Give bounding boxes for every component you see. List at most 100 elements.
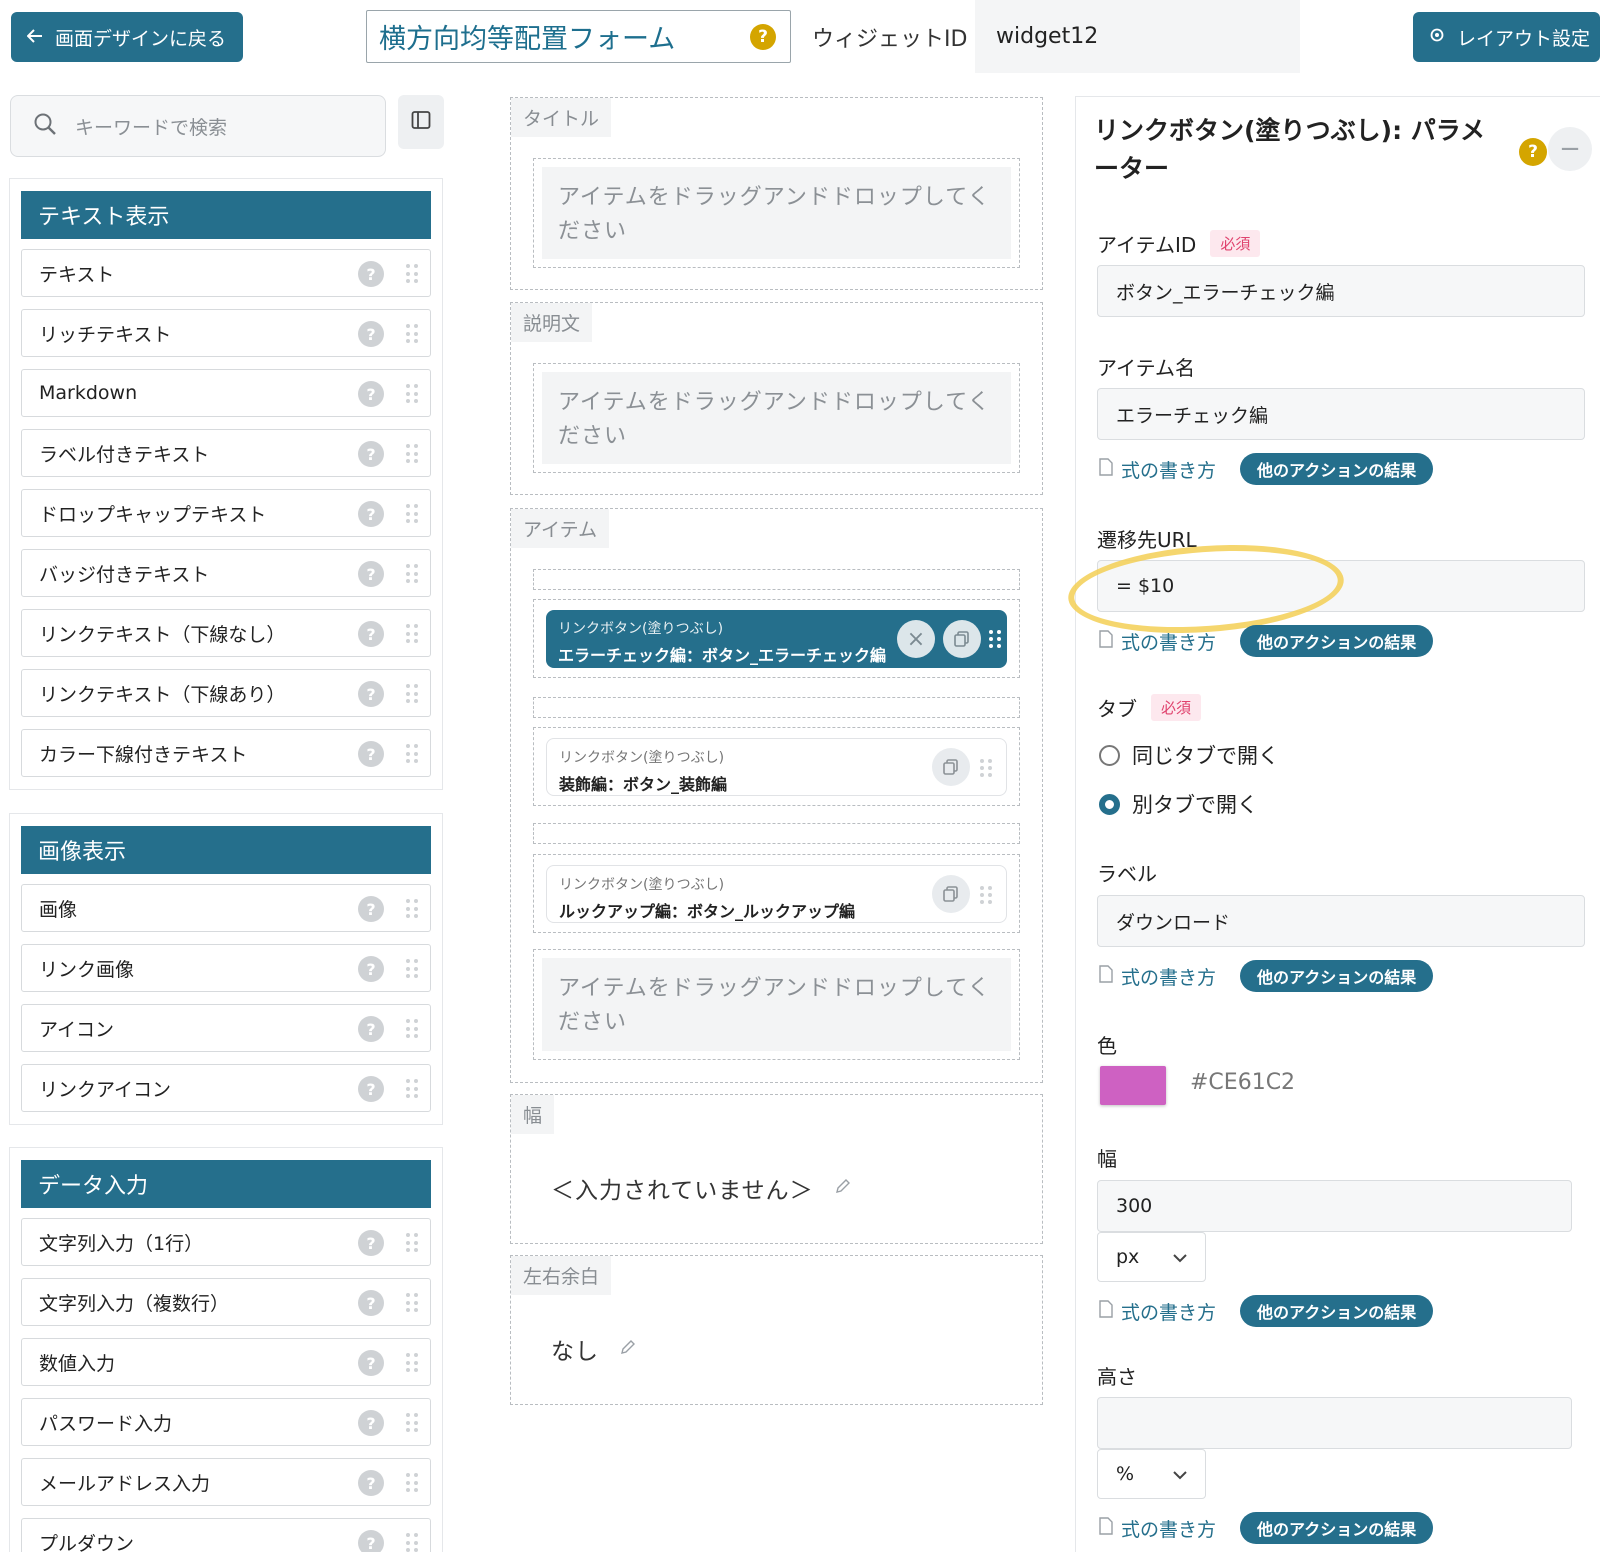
- drag-handle-icon[interactable]: [406, 684, 418, 704]
- formula-help-link[interactable]: 式の書き方: [1099, 456, 1216, 483]
- width-unit-select[interactable]: px: [1097, 1232, 1206, 1282]
- radio-same-tab[interactable]: 同じタブで開く: [1099, 740, 1279, 770]
- help-icon[interactable]: ?: [750, 24, 776, 50]
- drag-handle-icon[interactable]: [406, 899, 418, 919]
- drag-handle-icon[interactable]: [406, 1413, 418, 1433]
- item-card-normal[interactable]: リンクボタン(塗りつぶし) 装飾編：ボタン_装飾編: [546, 738, 1007, 796]
- component-item[interactable]: ドロップキャップテキスト?: [21, 489, 431, 537]
- component-search-input[interactable]: キーワードで検索: [10, 95, 386, 157]
- component-item[interactable]: アイコン?: [21, 1004, 431, 1052]
- component-item[interactable]: 文字列入力（1行）?: [21, 1218, 431, 1266]
- drag-handle-icon[interactable]: [406, 1353, 418, 1373]
- component-item[interactable]: テキスト?: [21, 249, 431, 297]
- color-swatch[interactable]: [1100, 1066, 1166, 1105]
- widget-id-value[interactable]: widget12: [975, 0, 1300, 73]
- component-item[interactable]: リンクアイコン?: [21, 1064, 431, 1112]
- help-icon[interactable]: ?: [358, 1410, 384, 1436]
- help-icon[interactable]: ?: [358, 621, 384, 647]
- help-icon[interactable]: ?: [358, 1016, 384, 1042]
- pencil-icon[interactable]: [834, 1175, 852, 1201]
- item-card-normal[interactable]: リンクボタン(塗りつぶし) ルックアップ編：ボタン_ルックアップ編: [546, 865, 1007, 923]
- drag-handle-icon[interactable]: [406, 564, 418, 584]
- help-icon[interactable]: ?: [358, 1530, 384, 1552]
- item-drop-slot[interactable]: [533, 823, 1020, 844]
- help-icon[interactable]: ?: [358, 956, 384, 982]
- button-label-input[interactable]: ダウンロード: [1097, 895, 1585, 947]
- drag-handle-icon[interactable]: [406, 444, 418, 464]
- width-value[interactable]: ＜入力されていません＞: [551, 1171, 852, 1205]
- help-icon[interactable]: ?: [358, 321, 384, 347]
- help-icon[interactable]: ?: [358, 441, 384, 467]
- drag-handle-icon[interactable]: [406, 264, 418, 284]
- help-icon[interactable]: ?: [358, 501, 384, 527]
- help-icon[interactable]: ?: [358, 896, 384, 922]
- formula-help-link[interactable]: 式の書き方: [1099, 1515, 1216, 1542]
- help-icon[interactable]: ?: [358, 1350, 384, 1376]
- drag-handle-icon[interactable]: [406, 624, 418, 644]
- height-unit-select[interactable]: %: [1097, 1449, 1206, 1499]
- help-icon[interactable]: ?: [358, 561, 384, 587]
- sidebar-toggle-button[interactable]: [398, 95, 444, 149]
- radio-circle-selected[interactable]: [1099, 793, 1120, 815]
- item-card[interactable]: リンクボタン(塗りつぶし) 装飾編：ボタン_装飾編: [533, 727, 1020, 806]
- copy-item-icon[interactable]: [932, 875, 970, 913]
- component-item[interactable]: 文字列入力（複数行）?: [21, 1278, 431, 1326]
- item-drop-slot[interactable]: [533, 697, 1020, 718]
- help-icon[interactable]: ?: [358, 741, 384, 767]
- margin-value[interactable]: なし: [551, 1332, 637, 1366]
- drag-handle-icon[interactable]: [406, 324, 418, 344]
- component-item[interactable]: リッチテキスト?: [21, 309, 431, 357]
- height-input[interactable]: [1097, 1397, 1572, 1449]
- drag-handle-icon[interactable]: [980, 886, 992, 904]
- radio-new-tab[interactable]: 別タブで開く: [1099, 789, 1258, 819]
- item-name-input[interactable]: エラーチェック編: [1097, 388, 1585, 440]
- drag-handle-icon[interactable]: [406, 744, 418, 764]
- component-group-header[interactable]: 画像表示: [21, 826, 431, 874]
- drag-handle-icon[interactable]: [406, 504, 418, 524]
- help-icon[interactable]: ?: [358, 1470, 384, 1496]
- item-card[interactable]: リンクボタン(塗りつぶし) ルックアップ編：ボタン_ルックアップ編: [533, 854, 1020, 933]
- help-icon[interactable]: ?: [358, 261, 384, 287]
- item-card[interactable]: リンクボタン(塗りつぶし) エラーチェック編：ボタン_エラーチェック編 ×: [533, 599, 1020, 678]
- component-item[interactable]: ラベル付きテキスト?: [21, 429, 431, 477]
- component-group-header[interactable]: テキスト表示: [21, 191, 431, 239]
- back-to-screen-design-button[interactable]: 画面デザインに戻る: [11, 12, 243, 62]
- component-item[interactable]: プルダウン?: [21, 1518, 431, 1552]
- radio-circle[interactable]: [1099, 744, 1120, 766]
- title-drop-zone[interactable]: アイテムをドラッグアンドドロップしてください: [533, 158, 1020, 268]
- drag-handle-icon[interactable]: [406, 1079, 418, 1099]
- component-item[interactable]: 画像?: [21, 884, 431, 932]
- drag-handle-icon[interactable]: [406, 1293, 418, 1313]
- width-input[interactable]: 300: [1097, 1180, 1572, 1232]
- formula-help-link[interactable]: 式の書き方: [1099, 628, 1216, 655]
- drag-handle-icon[interactable]: [980, 759, 992, 777]
- component-item[interactable]: 数値入力?: [21, 1338, 431, 1386]
- item-card-active[interactable]: リンクボタン(塗りつぶし) エラーチェック編：ボタン_エラーチェック編 ×: [546, 610, 1007, 668]
- formula-help-link[interactable]: 式の書き方: [1099, 1298, 1216, 1325]
- help-icon[interactable]: ?: [358, 681, 384, 707]
- other-action-result-button[interactable]: 他のアクションの結果: [1240, 1512, 1434, 1544]
- help-icon[interactable]: ?: [358, 1290, 384, 1316]
- drag-handle-icon[interactable]: [406, 959, 418, 979]
- drag-handle-icon[interactable]: [406, 384, 418, 404]
- item-id-input[interactable]: ボタン_エラーチェック編: [1097, 265, 1585, 317]
- drag-handle-icon[interactable]: [989, 630, 1001, 648]
- help-icon[interactable]: ?: [358, 1230, 384, 1256]
- help-icon[interactable]: ?: [358, 381, 384, 407]
- component-item[interactable]: リンクテキスト（下線なし）?: [21, 609, 431, 657]
- copy-item-icon[interactable]: [932, 748, 970, 786]
- copy-item-icon[interactable]: [943, 620, 981, 658]
- pencil-icon[interactable]: [619, 1336, 637, 1362]
- component-item[interactable]: カラー下線付きテキスト?: [21, 729, 431, 777]
- component-item[interactable]: メールアドレス入力?: [21, 1458, 431, 1506]
- other-action-result-button[interactable]: 他のアクションの結果: [1240, 625, 1434, 657]
- item-drop-slot[interactable]: [533, 569, 1020, 590]
- collapse-panel-icon[interactable]: −: [1548, 127, 1592, 171]
- drag-handle-icon[interactable]: [406, 1533, 418, 1552]
- other-action-result-button[interactable]: 他のアクションの結果: [1240, 1295, 1434, 1327]
- help-icon[interactable]: ?: [1519, 138, 1547, 166]
- other-action-result-button[interactable]: 他のアクションの結果: [1240, 453, 1434, 485]
- layout-settings-button[interactable]: レイアウト設定: [1413, 12, 1600, 62]
- form-title-input[interactable]: 横方向均等配置フォーム ?: [366, 10, 791, 63]
- component-item[interactable]: Markdown?: [21, 369, 431, 417]
